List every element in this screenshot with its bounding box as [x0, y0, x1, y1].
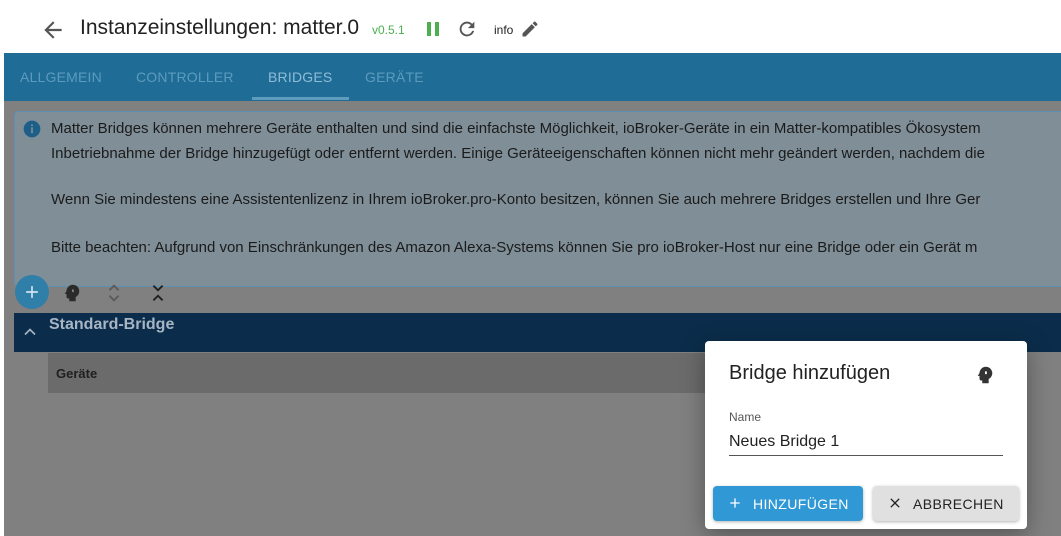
alert-text-line-4: Bitte beachten: Aufgrund von Einschränku… — [51, 239, 978, 256]
devices-column-label: Geräte — [56, 366, 98, 381]
close-icon — [890, 498, 900, 508]
instance-settings-page: Instanzeinstellungen: matter.0 v0.5.1 in… — [0, 0, 1061, 536]
cancel-button[interactable]: ABBRECHEN — [873, 486, 1019, 521]
info-icon — [23, 120, 41, 138]
active-tab-indicator — [252, 97, 349, 100]
alert-text-line-2: Inbetriebnahme der Bridge hinzugefügt od… — [51, 145, 985, 162]
tab-bar: ALLGEMEIN CONTROLLER BRIDGES GERÄTE — [4, 53, 1061, 101]
bridge-title: Standard-Bridge — [49, 316, 175, 333]
name-field[interactable] — [729, 429, 1003, 456]
expand-all-icon[interactable] — [103, 282, 125, 304]
plus-icon — [730, 498, 740, 508]
add-bridge-fab[interactable] — [15, 275, 49, 309]
head-profile-icon[interactable] — [61, 282, 83, 304]
tab-bridges[interactable]: BRIDGES — [268, 53, 332, 101]
dialog-title: Bridge hinzufügen — [729, 362, 891, 384]
alert-text-line-3: Wenn Sie mindestens eine Assistentenlize… — [51, 191, 981, 208]
collapse-all-icon[interactable] — [147, 282, 169, 304]
name-field-label: Name — [729, 410, 762, 424]
arrow-back-icon[interactable] — [40, 17, 66, 43]
tab-controller[interactable]: CONTROLLER — [136, 53, 234, 101]
cancel-button-label: ABBRECHEN — [913, 496, 1004, 512]
pencil-icon[interactable] — [520, 19, 540, 39]
alert-text-line-1: Matter Bridges können mehrere Geräte ent… — [51, 120, 981, 137]
pause-icon[interactable] — [424, 18, 442, 40]
tab-allgemein[interactable]: ALLGEMEIN — [20, 53, 102, 101]
add-button[interactable]: HINZUFÜGEN — [713, 486, 863, 521]
version-label: v0.5.1 — [372, 23, 405, 37]
tab-geraete[interactable]: GERÄTE — [365, 53, 424, 101]
info-link[interactable]: info — [494, 23, 513, 37]
page-title: Instanzeinstellungen: matter.0 — [80, 16, 360, 39]
head-profile-icon[interactable] — [974, 363, 996, 387]
plus-icon — [26, 286, 38, 298]
add-button-label: HINZUFÜGEN — [753, 496, 849, 512]
chevron-up-icon[interactable] — [20, 322, 40, 342]
reload-icon[interactable] — [456, 18, 478, 40]
devices-table-header — [48, 353, 708, 393]
